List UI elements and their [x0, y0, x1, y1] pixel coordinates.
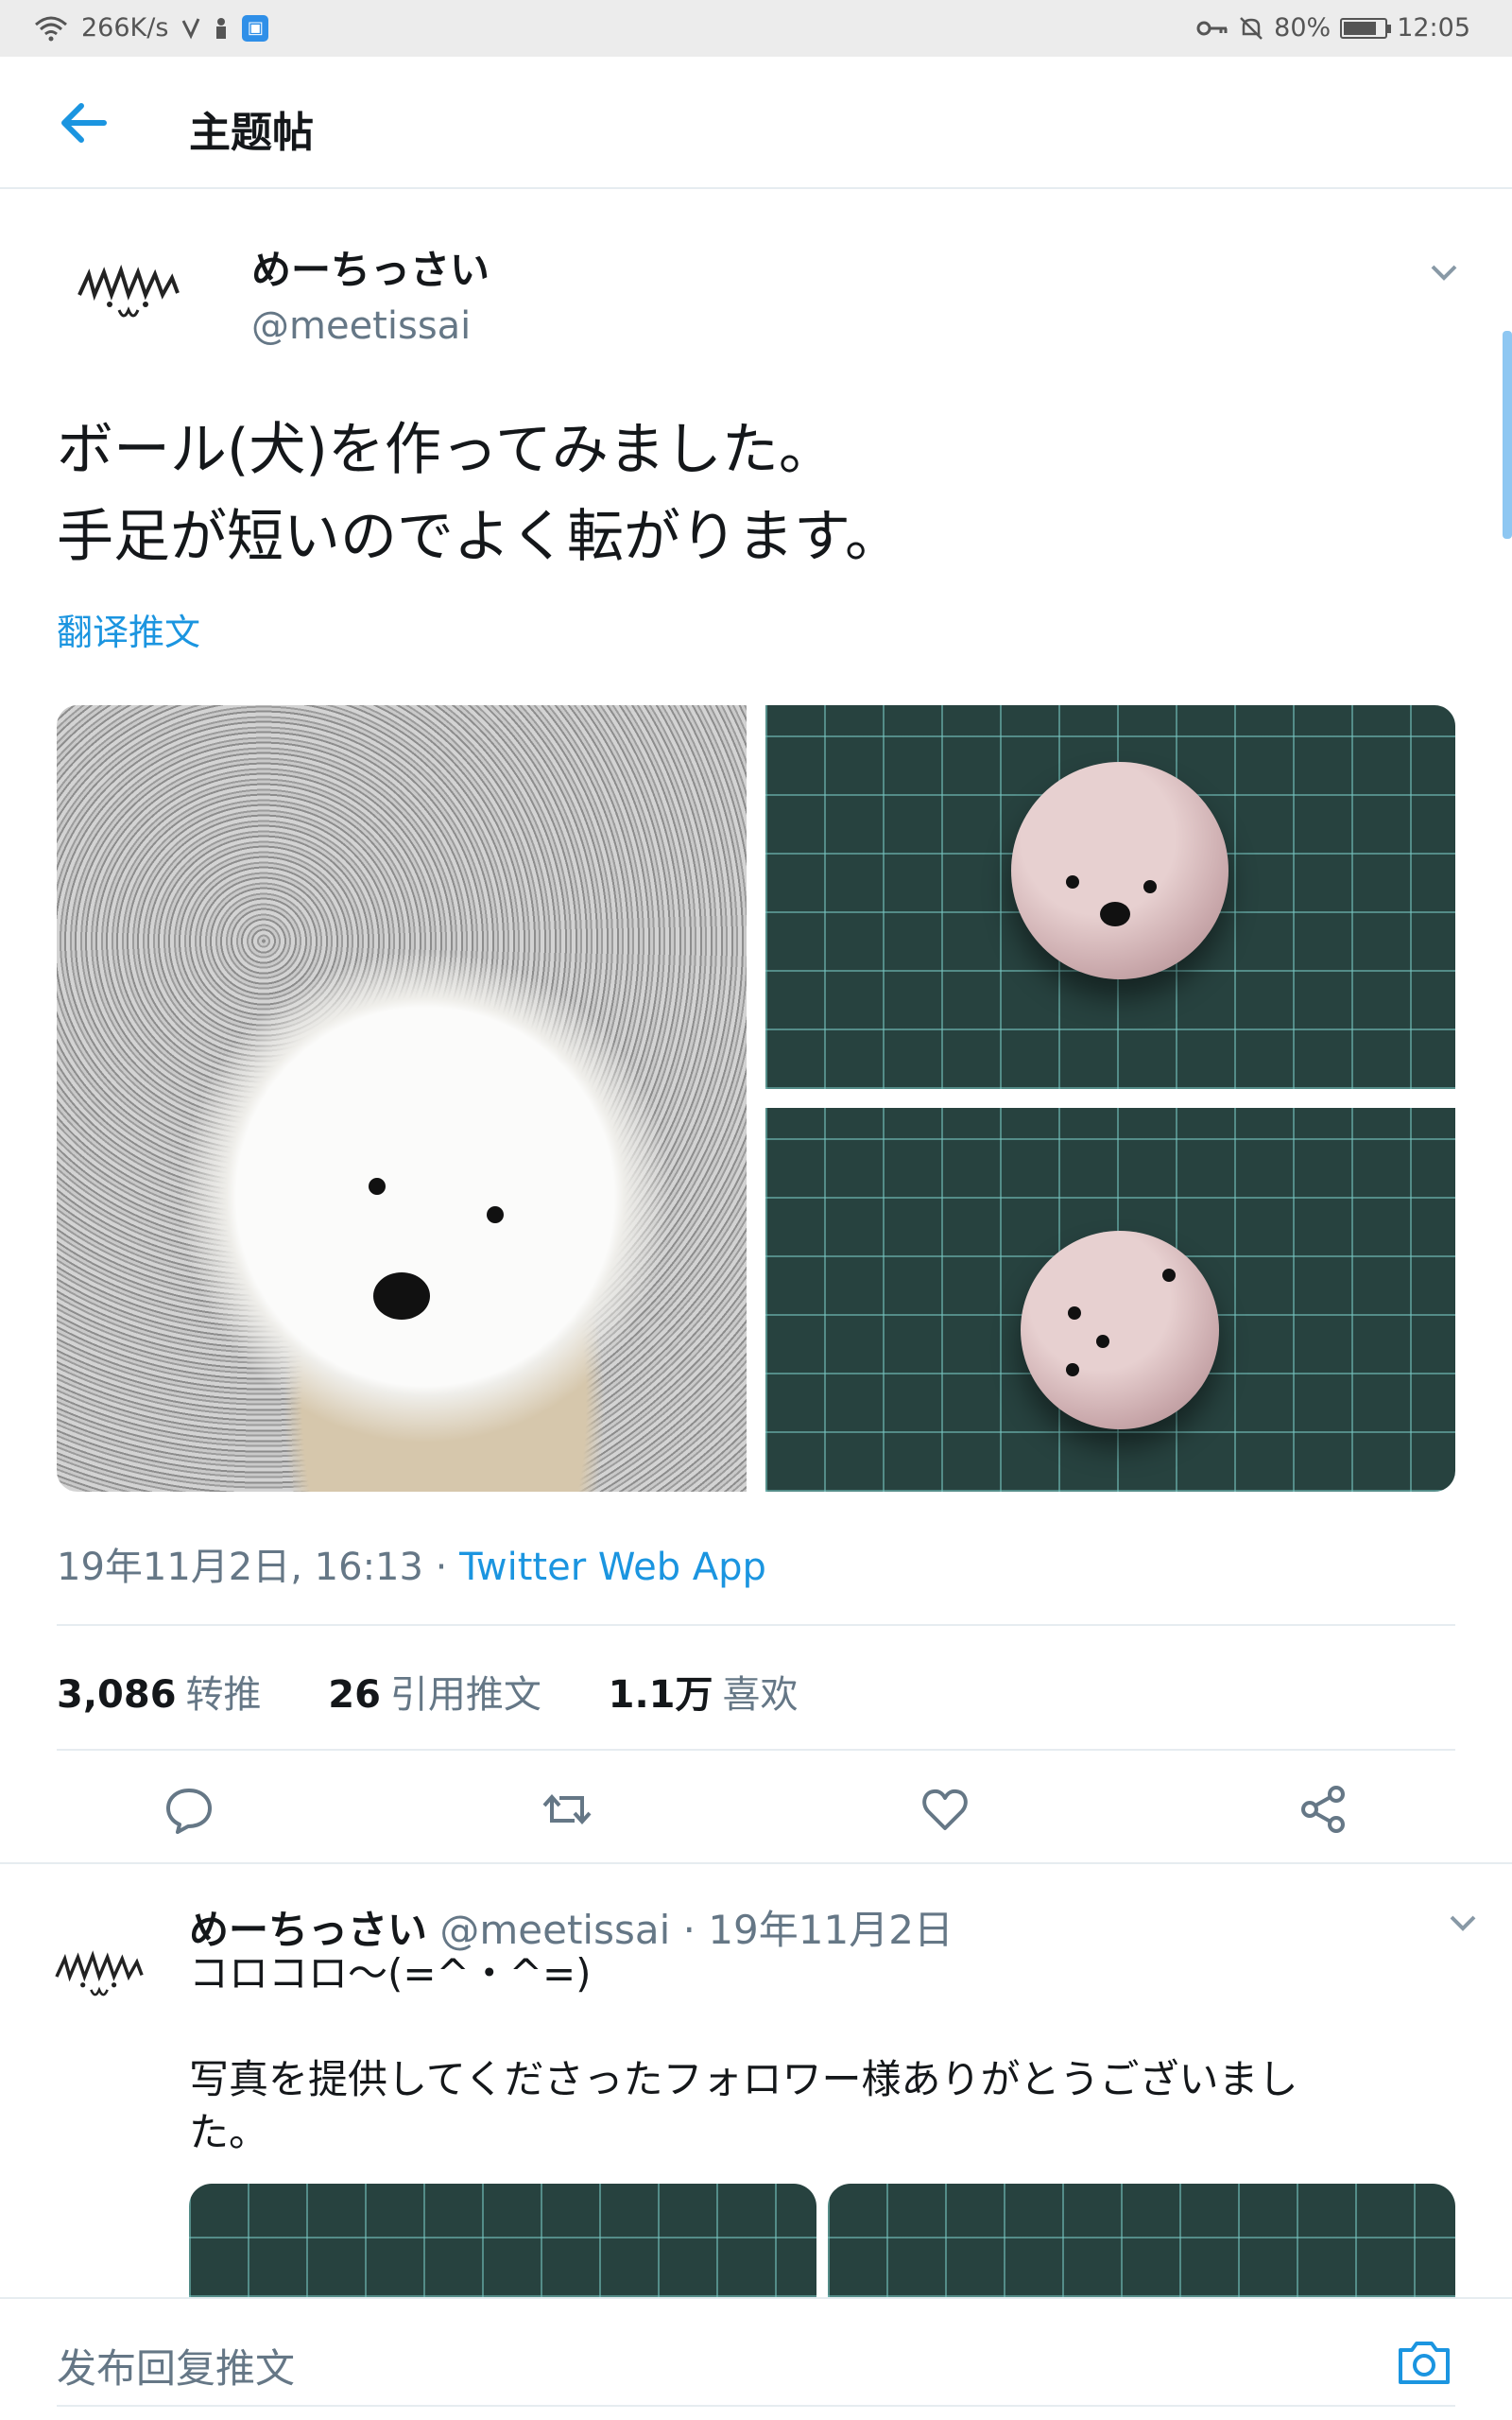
divider: [57, 1749, 1455, 1751]
tweet-source-link[interactable]: Twitter Web App: [459, 1546, 766, 1589]
likes-label: 喜欢: [722, 1673, 799, 1717]
page-title: 主题帖: [189, 109, 314, 157]
figure-paw: [1068, 1306, 1081, 1320]
tweet-photo-dog[interactable]: [57, 705, 747, 1492]
tweet-stats: 3,086 转推 26 引用推文 1.1万 喜欢: [57, 1664, 853, 1719]
top-app-bar: 主题帖: [0, 57, 1512, 189]
dog-eye: [369, 1178, 386, 1195]
reply-input-placeholder[interactable]: 发布回复推文: [57, 2337, 295, 2394]
network-speed: 266K/s: [81, 13, 169, 43]
battery-icon: [1340, 17, 1392, 39]
likes-count[interactable]: 1.1万 喜欢: [609, 1664, 799, 1719]
back-arrow-icon[interactable]: [55, 96, 112, 149]
avatar[interactable]: [72, 246, 185, 331]
figure-paw: [1096, 1335, 1109, 1348]
figure-eye: [1143, 880, 1157, 893]
figure-paw: [1066, 1363, 1079, 1376]
clock: 12:05: [1397, 13, 1470, 43]
tweet-photo-figure-back[interactable]: [765, 1108, 1455, 1492]
reply-composer[interactable]: 发布回复推文: [0, 2297, 1512, 2420]
scroll-indicator: [1503, 331, 1512, 539]
share-icon[interactable]: [1297, 1783, 1349, 1836]
retweet-icon[interactable]: [541, 1783, 593, 1836]
signal-v-icon: [182, 17, 200, 40]
translate-tweet-link[interactable]: 翻译推文: [57, 603, 200, 655]
mute-bell-icon: [1240, 16, 1263, 40]
key-icon: [1196, 21, 1228, 35]
status-bar: 266K/s ▣ 80% 12:05: [0, 0, 1512, 57]
retweets-count[interactable]: 3,086 转推: [57, 1664, 262, 1719]
person-icon: [216, 17, 227, 39]
quotes-number: 26: [328, 1673, 381, 1717]
camera-icon[interactable]: [1397, 2339, 1452, 2386]
retweets-label: 转推: [185, 1673, 262, 1717]
author-name[interactable]: めーちっさい: [251, 238, 490, 296]
likes-number: 1.1万: [608, 1673, 713, 1717]
reply-handle-date: @meetissai · 19年11月2日: [427, 1907, 954, 1953]
reply-author-name: めーちっさい: [189, 1907, 428, 1953]
divider: [57, 1624, 1455, 1626]
quotes-count[interactable]: 26 引用推文: [328, 1664, 541, 1719]
dog-ball-figure: [1021, 1231, 1219, 1429]
wifi-icon: [35, 16, 67, 41]
dog-ball-figure: [1011, 762, 1228, 979]
tweet-photo-figure-front[interactable]: [765, 705, 1455, 1089]
reply-icon[interactable]: [163, 1783, 215, 1836]
figure-eye: [1162, 1269, 1176, 1282]
chevron-down-icon[interactable]: [1425, 257, 1463, 285]
tweet-meta: 19年11月2日, 16:13 · Twitter Web App: [57, 1536, 766, 1591]
tweet-timestamp: 19年11月2日, 16:13 ·: [57, 1546, 460, 1589]
figure-nose: [1100, 902, 1130, 926]
author-handle[interactable]: @meetissai: [251, 304, 471, 348]
like-heart-icon[interactable]: [919, 1783, 971, 1836]
reply-text: コロコロ～(=^・^=) 写真を提供してくださったフォロワー様ありがとうございま…: [189, 1950, 1298, 2155]
dog-nose: [373, 1272, 430, 1320]
battery-fill: [1344, 21, 1376, 35]
retweets-number: 3,086: [57, 1673, 177, 1717]
reply-photo[interactable]: [189, 2184, 816, 2297]
quotes-label: 引用推文: [389, 1673, 541, 1717]
reply-photo[interactable]: [828, 2184, 1455, 2297]
figure-eye: [1066, 875, 1079, 889]
section-separator: [0, 1862, 1512, 1864]
tweet-text: ボール(犬)を作ってみました。 手足が短いのでよく転がります。: [57, 417, 902, 570]
dog-eye: [487, 1206, 504, 1223]
reply-avatar[interactable]: [47, 1934, 151, 2008]
battery-percent: 80%: [1274, 13, 1332, 43]
chevron-down-icon[interactable]: [1446, 1910, 1480, 1936]
composer-underline: [57, 2405, 1455, 2407]
app-notification-icon: ▣: [242, 14, 269, 42]
